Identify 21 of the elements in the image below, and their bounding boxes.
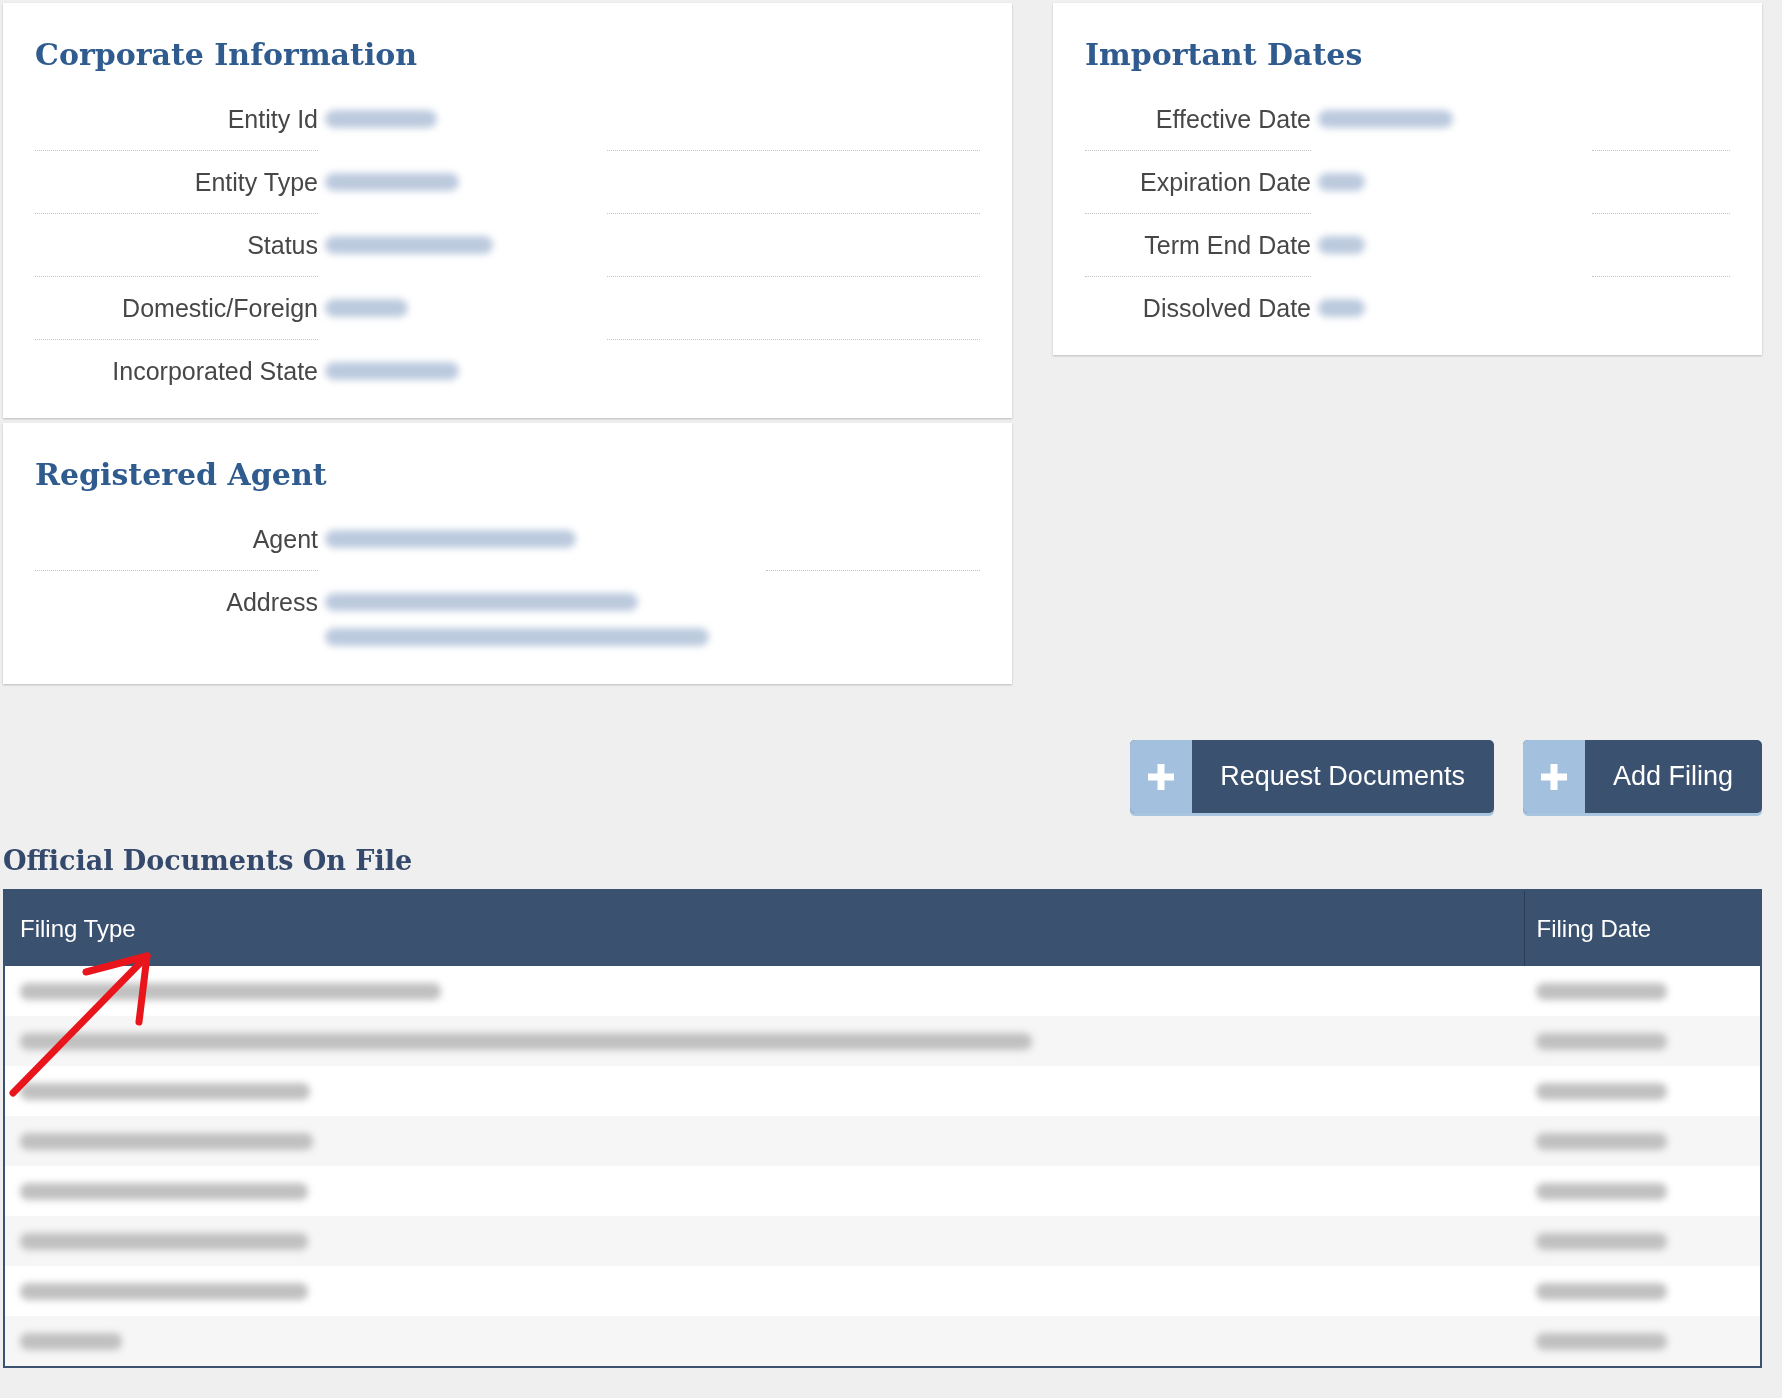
plus-icon	[1130, 740, 1193, 813]
field-label: Effective Date	[1155, 105, 1311, 133]
field-label: Expiration Date	[1140, 168, 1311, 196]
field-label: Dissolved Date	[1142, 294, 1311, 322]
field-label: Address	[226, 588, 318, 616]
field-label: Domestic/Foreign	[122, 294, 318, 322]
action-button[interactable]: Request Documents	[1130, 740, 1494, 813]
section-heading: Important Dates	[1085, 37, 1363, 73]
plus-icon	[1522, 740, 1585, 813]
action-button[interactable]: Add Filing	[1522, 740, 1762, 813]
field-label: Incorporated State	[112, 357, 318, 385]
column-header[interactable]: Filing Type	[5, 891, 1524, 966]
field-label: Entity Type	[194, 168, 318, 196]
field-label: Status	[247, 231, 318, 259]
section-heading: Registered Agent	[35, 457, 327, 493]
column-header[interactable]: Filing Date	[1524, 891, 1760, 966]
field-label: Entity Id	[227, 105, 318, 133]
field-label: Agent	[252, 525, 318, 553]
section-heading: Corporate Information	[35, 37, 418, 73]
field-label: Term End Date	[1144, 231, 1311, 259]
section-heading: Official Documents On File	[3, 845, 413, 877]
